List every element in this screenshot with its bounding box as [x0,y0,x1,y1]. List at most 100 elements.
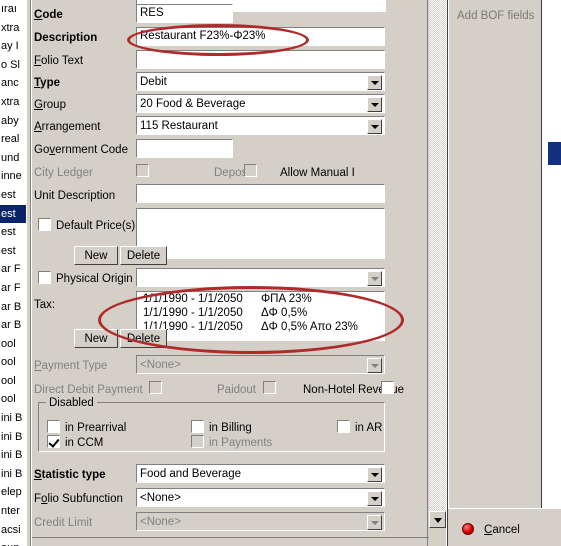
credit-limit-combobox[interactable]: <None> [136,512,385,531]
chevron-down-icon[interactable] [367,491,382,506]
in-payments-checkbox[interactable] [191,435,204,448]
physical-origin-combobox[interactable] [136,268,385,287]
list-item[interactable]: ini B [0,446,26,465]
chevron-down-icon[interactable] [367,75,382,90]
code-label: Code [34,9,63,21]
table-row[interactable]: 1/1/1990 - 1/1/2050 ΔΦ 0,5% [137,306,384,320]
default-prices-new-button[interactable]: New [74,246,118,265]
unit-description-input[interactable] [136,184,385,203]
paidout-checkbox[interactable] [263,381,276,394]
scroll-down-button[interactable] [429,511,446,528]
tax-new-label: New [84,333,108,345]
list-item[interactable]: inne [0,167,26,186]
list-item[interactable]: xtra [0,93,26,112]
default-prices-checkbox[interactable] [38,218,51,231]
tax-new-button[interactable]: New [74,329,118,348]
list-item[interactable]: aby [0,112,26,131]
cancel-bar: Cancel [448,508,561,546]
list-item[interactable]: ay I [0,37,26,56]
in-prearrival-label: in Prearrival [65,422,127,434]
payment-type-combobox[interactable]: <None> [136,355,385,374]
type-label: Type [34,77,60,89]
table-row[interactable]: 1/1/1990 - 1/1/2050 ΦΠΑ 23% [137,292,384,306]
in-ccm-checkbox[interactable] [47,435,60,448]
list-item[interactable]: ool [0,372,26,391]
screen-root: ıraı xtra ay I o Sl anc xtra aby real un… [0,0,561,546]
group-combobox[interactable]: 20 Food & Beverage [136,94,385,113]
statistic-type-combobox[interactable]: Food and Beverage [136,464,385,483]
cancel-button[interactable]: Cancel [484,524,520,536]
list-item[interactable]: ar B [0,316,26,335]
chevron-down-icon[interactable] [367,515,382,530]
list-item[interactable]: und [0,149,26,168]
default-prices-listbox[interactable] [136,208,385,259]
list-item[interactable]: ool [0,335,26,354]
list-item[interactable]: est [0,223,26,242]
group-value: 20 Food & Beverage [140,98,246,110]
left-record-list[interactable]: ıraı xtra ay I o Sl anc xtra aby real un… [0,0,26,546]
chevron-down-icon[interactable] [367,97,382,112]
city-ledger-checkbox[interactable] [136,164,149,177]
in-payments-label: in Payments [209,437,273,449]
tax-name: ΔΦ 0,5% [261,307,308,319]
list-item[interactable]: ool [0,353,26,372]
form-bottom-edge [32,537,430,538]
list-item[interactable]: nter [0,502,26,521]
list-item[interactable]: ool [0,390,26,409]
government-code-label: Government Code [34,144,128,156]
list-item[interactable]: ar F [0,260,26,279]
statistic-type-label: Statistic type [34,469,106,481]
list-item[interactable]: anc [0,74,26,93]
tax-period: 1/1/1990 - 1/1/2050 [143,293,243,305]
list-item[interactable]: ini B [0,409,26,428]
list-item[interactable]: ini B [0,428,26,447]
code-input[interactable]: RES [136,4,233,23]
default-prices-delete-button[interactable]: Delete [120,246,167,265]
tax-label: Tax: [34,299,56,311]
non-hotel-revenue-checkbox[interactable] [381,381,394,394]
deposit-checkbox[interactable] [244,164,257,177]
folio-subfunction-value: <None> [140,492,181,504]
table-row[interactable]: 1/1/1990 - 1/1/2050 ΔΦ 0,5% Απο 23% [137,320,384,334]
form-scrollbar-track[interactable] [429,0,446,511]
in-ar-label: in AR [355,422,383,434]
direct-debit-checkbox[interactable] [149,381,162,394]
government-code-input[interactable] [136,139,233,158]
list-item[interactable]: aun [0,539,26,546]
tax-delete-button[interactable]: Delete [120,329,167,348]
in-ar-checkbox[interactable] [337,420,350,433]
list-item[interactable]: o Sl [0,56,26,75]
chevron-down-icon[interactable] [367,358,382,373]
folio-subfunction-combobox[interactable]: <None> [136,488,385,507]
list-item[interactable]: real [0,130,26,149]
in-billing-checkbox[interactable] [191,420,204,433]
type-combobox[interactable]: Debit [136,72,385,91]
list-item-selected[interactable]: est [0,204,26,224]
list-item[interactable]: ıraı [0,0,26,19]
description-input[interactable]: Restaurant F23%-Φ23% [136,27,385,46]
chevron-down-icon[interactable] [367,271,382,286]
list-item[interactable]: ar F [0,279,26,298]
arrangement-combobox[interactable]: 115 Restaurant [136,116,385,135]
tax-listbox[interactable]: 1/1/1990 - 1/1/2050 ΦΠΑ 23% 1/1/1990 - 1… [136,291,385,341]
list-item[interactable]: est [0,186,26,205]
physical-origin-checkbox[interactable] [38,271,51,284]
chevron-down-icon[interactable] [367,119,382,134]
unit-description-label: Unit Description [34,190,116,202]
blue-marker [548,142,561,165]
list-item[interactable]: xtra [0,19,26,38]
scrollbar-left-edge [427,0,428,546]
list-item[interactable]: acsi [0,521,26,540]
list-item[interactable]: elep [0,483,26,502]
group-label: Group [34,99,66,111]
list-item[interactable]: ini B [0,465,26,484]
list-item[interactable]: ar B [0,298,26,317]
disabled-groupbox-title: Disabled [46,397,97,409]
list-item[interactable]: est [0,242,26,261]
in-prearrival-checkbox[interactable] [47,420,60,433]
direct-debit-label: Direct Debit Payment [34,384,143,396]
allow-manual-label: Allow Manual I [280,167,355,179]
folio-text-label: Folio Text [34,55,84,67]
folio-text-input[interactable] [136,50,385,69]
chevron-down-icon[interactable] [367,467,382,482]
